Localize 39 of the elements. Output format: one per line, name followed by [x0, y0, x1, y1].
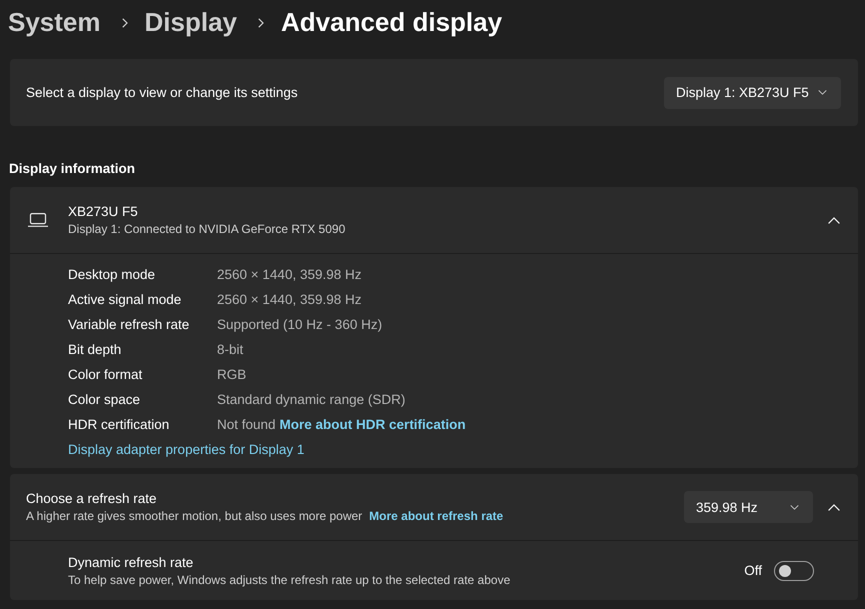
info-label: Bit depth: [68, 340, 122, 358]
chevron-right-icon: [122, 18, 128, 28]
chevron-up-icon[interactable]: [828, 504, 840, 510]
setting-description: To help save power, Windows adjusts the refresh rate up to the selected rate above: [68, 572, 510, 588]
display-dropdown[interactable]: Display 1: XB273U F5: [664, 76, 841, 108]
breadcrumb-item: Advanced display: [281, 6, 502, 39]
breadcrumb-item[interactable]: System: [8, 0, 100, 44]
setting-title: Choose a refresh rate: [26, 490, 157, 508]
toggle-state-label: Off: [744, 562, 762, 580]
info-value: 2560 × 1440, 359.98 Hz: [217, 290, 362, 308]
chevron-up-icon[interactable]: [828, 216, 840, 224]
chevron-down-icon: [790, 504, 799, 510]
info-value: Supported (10 Hz - 360 Hz): [217, 316, 382, 334]
info-label: Color format: [68, 366, 142, 384]
info-value: 8-bit: [217, 340, 244, 358]
info-label: HDR certification: [68, 416, 170, 434]
refresh-rate-dropdown[interactable]: 359.98 Hz: [684, 491, 813, 523]
info-value: 2560 × 1440, 359.98 Hz: [217, 266, 362, 284]
display-name: XB273U F5: [68, 203, 138, 221]
setting-description: A higher rate gives smoother motion, but also uses more power: [26, 508, 362, 524]
info-value: Standard dynamic range (SDR): [217, 390, 406, 408]
info-value: RGB: [217, 366, 246, 384]
info-label: Desktop mode: [68, 266, 156, 284]
chevron-down-icon: [818, 90, 827, 95]
laptop-icon: [28, 213, 48, 227]
setting-label: Select a display to view or change its settings: [26, 84, 298, 102]
info-link[interactable]: More about HDR certification: [280, 416, 466, 434]
chevron-right-icon: [258, 18, 264, 28]
info-label: Color space: [68, 390, 140, 408]
info-value: Not found: [217, 416, 276, 434]
setting-title: Dynamic refresh rate: [68, 554, 194, 572]
adapter-properties-link[interactable]: Display adapter properties for Display 1: [68, 440, 304, 458]
info-label: Variable refresh rate: [68, 316, 190, 334]
refresh-rate-link[interactable]: More about refresh rate: [369, 508, 504, 524]
breadcrumb-item[interactable]: Display: [144, 0, 237, 44]
info-label: Active signal mode: [68, 290, 182, 308]
section-heading: Display information: [9, 160, 136, 178]
toggle-switch[interactable]: [774, 560, 814, 580]
display-connection-text: Display 1: Connected to NVIDIA GeForce RTX 5090: [68, 221, 346, 237]
